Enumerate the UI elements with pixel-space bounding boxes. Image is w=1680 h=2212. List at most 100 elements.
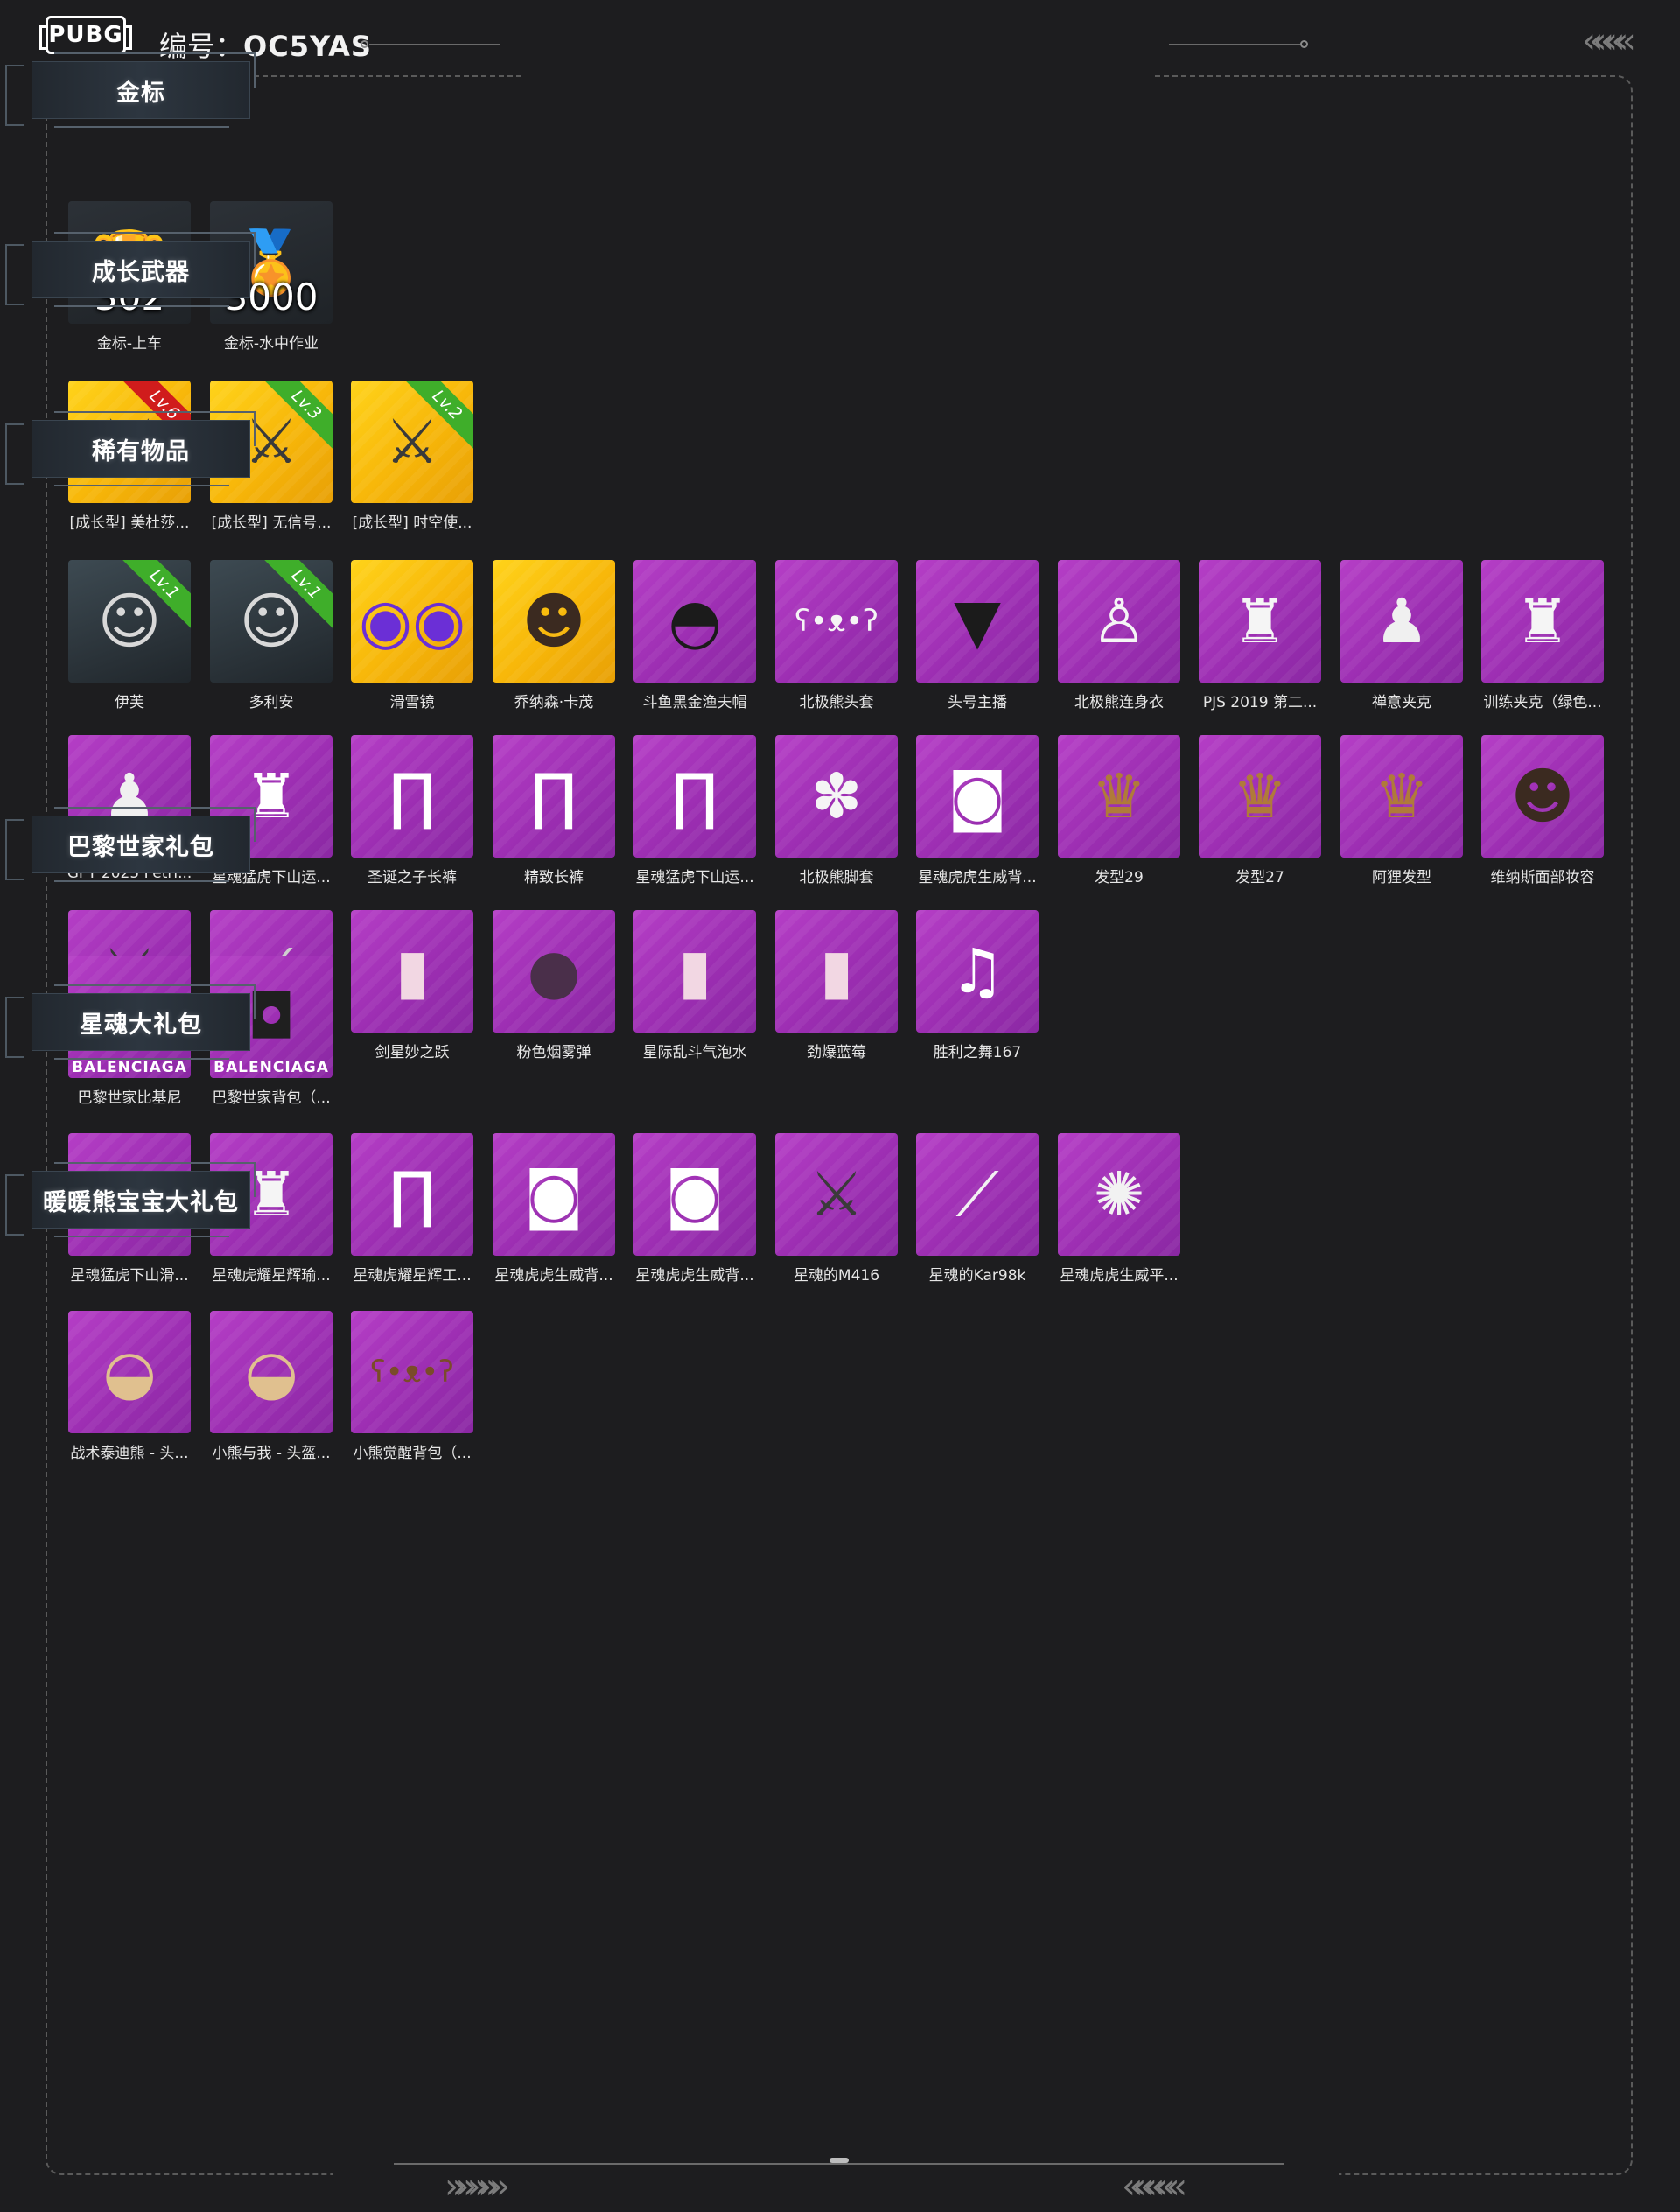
chevrons-left-icon: «««« — [1582, 21, 1636, 61]
item-thumbnail[interactable]: ☻ — [493, 560, 615, 682]
inventory-item[interactable]: ▮ 劲爆蓝莓 — [775, 910, 898, 1061]
item-thumbnail[interactable]: ▮ — [634, 910, 756, 1032]
item-thumbnail[interactable]: ♜ — [1481, 560, 1604, 682]
item-thumbnail[interactable]: ♛ — [1058, 735, 1180, 858]
inventory-item[interactable]: ◓ 斗鱼黑金渔夫帽 — [634, 560, 756, 711]
suit-icon: ♙ — [1091, 585, 1147, 657]
section-title: 金标 — [5, 52, 256, 133]
item-thumbnail[interactable]: ⚔ Lv.2 — [351, 381, 473, 503]
inventory-item[interactable]: ♟ 禅意夹克 — [1340, 560, 1463, 711]
inventory-item[interactable]: ☺ Lv.1 伊芙 — [68, 560, 191, 711]
inventory-item[interactable]: ♛ 发型27 — [1199, 735, 1321, 886]
title-line — [254, 411, 256, 446]
item-name: 发型27 — [1236, 869, 1284, 886]
item-name: 星魂虎耀星辉瑜... — [212, 1267, 331, 1284]
title-line — [54, 305, 229, 307]
inventory-item[interactable]: ♜ PJS 2019 第二... — [1199, 560, 1321, 711]
inventory-item[interactable]: ♫ 胜利之舞167 — [916, 910, 1039, 1061]
item-thumbnail[interactable]: ▼ — [916, 560, 1039, 682]
item-thumbnail[interactable]: ∏ — [634, 735, 756, 858]
item-thumbnail[interactable]: ʕ•ᴥ•ʔ — [351, 1311, 473, 1433]
item-name: 多利安 — [248, 694, 294, 711]
inventory-item[interactable]: ✽ 北极熊脚套 — [775, 735, 898, 886]
item-thumbnail[interactable]: ♙ — [1058, 560, 1180, 682]
inventory-item[interactable]: ✺ 星魂虎虎生威平... — [1058, 1133, 1180, 1284]
item-thumbnail[interactable]: ✺ — [1058, 1133, 1180, 1256]
scroll-handle[interactable] — [830, 2158, 849, 2163]
inventory-item[interactable]: ʕ•ᴥ•ʔ 北极熊头套 — [775, 560, 898, 711]
inventory-item[interactable]: ☺ Lv.1 多利安 — [210, 560, 332, 711]
item-thumbnail[interactable]: ◓ — [634, 560, 756, 682]
pants-icon: ∏ — [530, 760, 578, 832]
inventory-item[interactable]: ♜ 训练夹克（绿色... — [1481, 560, 1604, 711]
title-bracket — [5, 1174, 24, 1236]
item-thumbnail[interactable]: ⚔ — [775, 1133, 898, 1256]
item-thumbnail[interactable]: ☻ — [1481, 735, 1604, 858]
item-name: 精致长裤 — [524, 869, 584, 886]
item-thumbnail[interactable]: ♛ — [1199, 735, 1321, 858]
tshirt-icon: ▼ — [954, 585, 1001, 657]
item-thumbnail[interactable]: ◙ — [916, 735, 1039, 858]
inventory-item[interactable]: ▮ 星际乱斗气泡水 — [634, 910, 756, 1061]
inventory-item[interactable]: ◒ 战术泰迪熊 - 头... — [68, 1311, 191, 1462]
item-thumbnail[interactable]: ◒ — [68, 1311, 191, 1433]
item-name: 星魂猛虎下山滑... — [70, 1267, 189, 1284]
title-bracket — [5, 424, 24, 485]
inventory-item[interactable]: ∏ 精致长裤 — [493, 735, 615, 886]
inventory-item[interactable]: ʕ•ᴥ•ʔ 小熊觉醒背包（... — [351, 1311, 473, 1462]
inventory-item[interactable]: ☻ 乔纳森·卡茂 — [493, 560, 615, 711]
inventory-item[interactable]: ◒ 小熊与我 - 头盔... — [210, 1311, 332, 1462]
inventory-item[interactable]: ◉◉ 滑雪镜 — [351, 560, 473, 711]
inventory-item[interactable]: ♛ 阿狸发型 — [1340, 735, 1463, 886]
section-title-label: 金标 — [116, 79, 165, 107]
inventory-item[interactable]: ∏ 星魂虎耀星辉工... — [351, 1133, 473, 1284]
decor-dot — [360, 40, 368, 48]
item-thumbnail[interactable]: ● — [493, 910, 615, 1032]
item-name: 禅意夹克 — [1372, 694, 1432, 711]
inventory-item[interactable]: ⟋ 星魂的Kar98k — [916, 1133, 1039, 1284]
item-name: 小熊觉醒背包（... — [353, 1445, 472, 1462]
item-thumbnail[interactable]: ♛ — [1340, 735, 1463, 858]
item-thumbnail[interactable]: ☺ Lv.1 — [68, 560, 191, 682]
item-thumbnail[interactable]: ∏ — [351, 1133, 473, 1256]
item-thumbnail[interactable]: ∏ — [351, 735, 473, 858]
title-bracket — [5, 65, 24, 126]
item-thumbnail[interactable]: ✽ — [775, 735, 898, 858]
item-thumbnail[interactable]: ◙ — [634, 1133, 756, 1256]
item-name: 北极熊连身衣 — [1074, 694, 1164, 711]
inventory-item[interactable]: ♛ 发型29 — [1058, 735, 1180, 886]
item-thumbnail[interactable]: ʕ•ᴥ•ʔ — [775, 560, 898, 682]
item-thumbnail[interactable]: ∏ — [493, 735, 615, 858]
inventory-item[interactable]: ◙ 星魂虎虎生威背... — [493, 1133, 615, 1284]
inventory-item[interactable]: ⚔ 星魂的M416 — [775, 1133, 898, 1284]
item-thumbnail[interactable]: ⟋ — [916, 1133, 1039, 1256]
inventory-item[interactable]: ◙ 星魂虎虎生威背... — [916, 735, 1039, 886]
item-thumbnail[interactable]: ♫ — [916, 910, 1039, 1032]
item-name: 巴黎世家背包（... — [212, 1089, 331, 1107]
inventory-item[interactable]: ◙ 星魂虎虎生威背... — [634, 1133, 756, 1284]
item-name: 胜利之舞167 — [933, 1044, 1022, 1061]
inventory-item[interactable]: ♙ 北极熊连身衣 — [1058, 560, 1180, 711]
title-line — [54, 485, 229, 486]
decor-dot — [1300, 40, 1308, 48]
pants-icon: ∏ — [388, 760, 436, 832]
item-name: 星际乱斗气泡水 — [642, 1044, 747, 1061]
inventory-item[interactable]: ● 粉色烟雾弹 — [493, 910, 615, 1061]
inventory-item[interactable]: ☻ 维纳斯面部妆容 — [1481, 735, 1604, 886]
inventory-item[interactable]: ▮ 剑星妙之跃 — [351, 910, 473, 1061]
item-thumbnail[interactable]: ♜ — [1199, 560, 1321, 682]
item-thumbnail[interactable]: ◉◉ — [351, 560, 473, 682]
jacket-icon: ♜ — [1232, 585, 1288, 657]
title-line — [54, 52, 256, 54]
inventory-item[interactable]: ⚔ Lv.2 [成长型] 时空使... — [351, 381, 473, 532]
item-name: 星魂猛虎下山运... — [635, 869, 754, 886]
item-thumbnail[interactable]: ♟ — [1340, 560, 1463, 682]
item-thumbnail[interactable]: ▮ — [351, 910, 473, 1032]
inventory-item[interactable]: ∏ 圣诞之子长裤 — [351, 735, 473, 886]
inventory-item[interactable]: ▼ 头号主播 — [916, 560, 1039, 711]
item-thumbnail[interactable]: ☺ Lv.1 — [210, 560, 332, 682]
item-thumbnail[interactable]: ▮ — [775, 910, 898, 1032]
inventory-item[interactable]: ∏ 星魂猛虎下山运... — [634, 735, 756, 886]
item-thumbnail[interactable]: ◒ — [210, 1311, 332, 1433]
item-thumbnail[interactable]: ◙ — [493, 1133, 615, 1256]
